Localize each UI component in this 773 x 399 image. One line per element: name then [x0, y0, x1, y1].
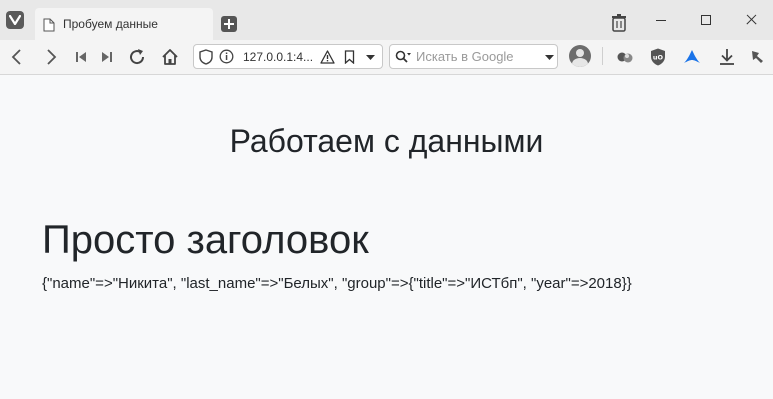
address-url[interactable]: 127.0.0.1:4... [243, 50, 313, 64]
address-bar[interactable]: 127.0.0.1:4... [193, 44, 383, 69]
extension-bird-icon[interactable] [682, 47, 702, 67]
search-input[interactable] [416, 48, 534, 65]
svg-text:uO: uO [653, 54, 664, 62]
close-icon[interactable] [741, 10, 761, 30]
back-icon[interactable] [8, 47, 28, 67]
chevron-down-icon[interactable] [366, 55, 375, 60]
vivaldi-logo-icon[interactable] [6, 11, 24, 29]
data-dump-text: {"name"=>"Никита", "last_name"=>"Белых",… [42, 275, 632, 292]
reload-icon[interactable] [127, 47, 147, 67]
page-icon [43, 18, 55, 32]
page-heading: Просто заголовок [42, 218, 369, 262]
tab-bar: Пробуем данные [0, 0, 773, 40]
home-icon[interactable] [160, 47, 180, 67]
ublock-icon[interactable]: uO [648, 47, 668, 67]
extension-icon[interactable] [615, 47, 635, 67]
search-field[interactable] [389, 44, 558, 69]
rewind-icon[interactable] [71, 47, 91, 67]
page-content: Работаем с данными Просто заголовок {"na… [0, 75, 773, 399]
toolbar-divider [602, 47, 603, 65]
search-engine-icon[interactable] [395, 50, 411, 64]
trash-icon[interactable] [611, 14, 627, 32]
warning-icon[interactable] [320, 50, 335, 64]
profile-avatar[interactable] [569, 45, 591, 67]
shield-icon[interactable] [199, 49, 213, 65]
bookmark-icon[interactable] [344, 50, 355, 64]
new-tab-icon[interactable] [221, 16, 237, 32]
info-icon[interactable] [219, 49, 234, 64]
minimize-icon[interactable] [651, 10, 671, 30]
download-icon[interactable] [717, 47, 737, 67]
tab-title: Пробуем данные [63, 17, 158, 31]
tab-active[interactable]: Пробуем данные [35, 8, 213, 40]
fast-forward-icon[interactable] [97, 47, 117, 67]
chevron-down-icon[interactable] [545, 55, 554, 60]
page-title: Работаем с данными [229, 123, 544, 159]
maximize-icon[interactable] [696, 10, 716, 30]
extension-icon[interactable] [748, 47, 768, 67]
forward-icon[interactable] [40, 47, 60, 67]
